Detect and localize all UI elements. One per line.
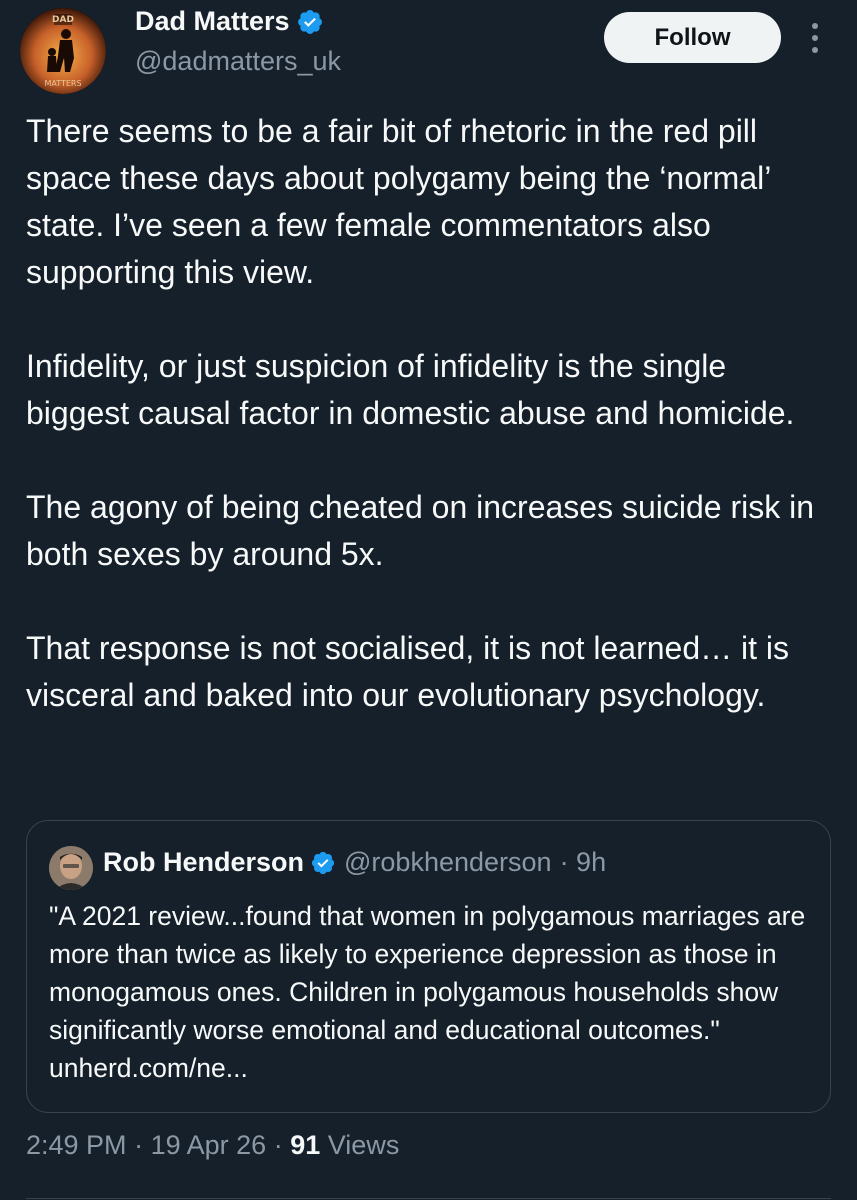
quoted-author-avatar bbox=[49, 846, 93, 890]
more-options-icon[interactable] bbox=[804, 18, 826, 58]
author-name-row[interactable]: Dad Matters bbox=[135, 6, 324, 37]
svg-text:MATTERS: MATTERS bbox=[44, 79, 81, 88]
author-handle[interactable]: @dadmatters_uk bbox=[135, 46, 341, 77]
verified-badge-icon bbox=[310, 850, 336, 876]
tweet-meta: 2:49 PM · 19 Apr 26 · 91 Views bbox=[26, 1130, 399, 1161]
tweet-paragraph: That response is not socialised, it is n… bbox=[26, 630, 790, 713]
tweet-paragraph: The agony of being cheated on increases … bbox=[26, 489, 815, 572]
views-label: Views bbox=[327, 1130, 400, 1160]
tweet-text: There seems to be a fair bit of rhetoric… bbox=[26, 108, 836, 766]
quoted-tweet-card[interactable]: Rob Henderson @robkhenderson · 9h "A 202… bbox=[26, 820, 831, 1113]
tweet-paragraph: Infidelity, or just suspicion of infidel… bbox=[26, 348, 795, 431]
author-avatar[interactable]: DAD MATTERS bbox=[20, 8, 106, 94]
quoted-display-name[interactable]: Rob Henderson bbox=[103, 847, 304, 878]
follow-button[interactable]: Follow bbox=[604, 12, 781, 63]
author-display-name[interactable]: Dad Matters bbox=[135, 6, 290, 37]
divider bbox=[26, 1198, 831, 1199]
tweet-paragraph: There seems to be a fair bit of rhetoric… bbox=[26, 113, 771, 290]
verified-badge-icon bbox=[296, 8, 324, 36]
quoted-time[interactable]: · 9h bbox=[560, 847, 607, 878]
views-count: 91 bbox=[290, 1130, 321, 1160]
tweet-date[interactable]: 19 Apr 26 bbox=[151, 1130, 267, 1160]
svg-text:DAD: DAD bbox=[52, 15, 74, 25]
quoted-handle[interactable]: @robkhenderson bbox=[344, 847, 552, 878]
meta-separator: · bbox=[273, 1130, 283, 1160]
quoted-header: Rob Henderson @robkhenderson · 9h bbox=[103, 847, 606, 878]
tweet-time[interactable]: 2:49 PM bbox=[26, 1130, 127, 1160]
meta-separator: · bbox=[134, 1130, 144, 1160]
quoted-text: "A 2021 review...found that women in pol… bbox=[49, 901, 806, 1083]
